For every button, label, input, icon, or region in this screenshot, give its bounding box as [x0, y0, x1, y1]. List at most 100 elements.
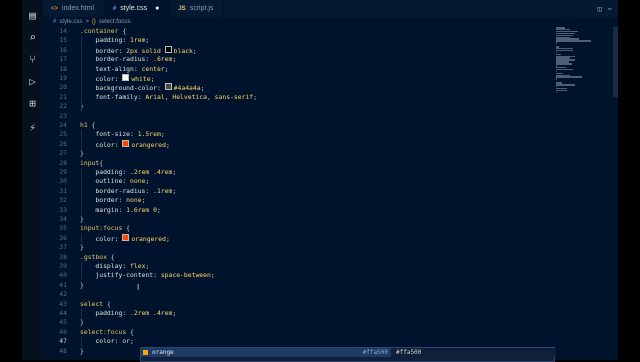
code-line[interactable]: 28 input{	[43, 159, 513, 168]
code-line[interactable]: 33 margin: 1.6rem 0;	[43, 206, 513, 215]
token-punc: ;	[145, 177, 150, 186]
code-line[interactable]: 15 padding: 1rem;	[43, 36, 513, 45]
code-line[interactable]: 34}	[43, 215, 513, 224]
code-line[interactable]: 41}	[43, 281, 513, 290]
code-line[interactable]: 19 color: white;	[43, 74, 513, 83]
token-prop: border:	[80, 46, 127, 55]
token-sel: input:focus	[80, 224, 123, 233]
code-line[interactable]: 25 font-size: 1.5rem;	[43, 130, 513, 139]
token-punc: ;	[141, 196, 146, 205]
code-line[interactable]: 24 h1 {	[43, 121, 513, 130]
minimap-line	[556, 68, 573, 71]
screen: ▤ ⌕ ⑂ ▷ ⊞ ⚡ <> index.html # style.css ● JS scr…	[0, 0, 640, 362]
code-line[interactable]: 38 .gstbox {	[43, 253, 513, 262]
indent-guide	[81, 337, 82, 347]
code-text: }	[80, 347, 84, 356]
token-prop: margin:	[80, 205, 127, 214]
mouse-cursor-icon: I	[137, 283, 140, 292]
code-line[interactable]: 29 padding: .2rem .4rem;	[43, 168, 513, 177]
tab-index-html[interactable]: <> index.html	[43, 0, 105, 17]
code-text: font-size: 1.5rem;	[80, 130, 165, 139]
breadcrumb-file[interactable]: style.css	[59, 19, 82, 25]
token-prop: outline:	[80, 177, 131, 186]
lightning-icon[interactable]: ⚡	[25, 120, 40, 135]
search-icon[interactable]: ⌕	[25, 30, 40, 45]
code-line[interactable]: 27}	[43, 149, 513, 158]
unsaved-dot-icon[interactable]: ●	[155, 5, 159, 12]
code-line[interactable]: 22}	[43, 102, 513, 111]
token-punc: ;	[160, 130, 165, 139]
code-line[interactable]: 35 input:focus {	[43, 224, 513, 233]
minimap-line	[556, 91, 557, 94]
token-punc: }	[80, 149, 84, 158]
code-text: }	[80, 149, 84, 158]
code-line[interactable]: 37}	[43, 243, 513, 252]
color-swatch-icon[interactable]	[164, 45, 172, 53]
code-line[interactable]: 14 .container {	[43, 27, 513, 36]
token-sel: select	[80, 299, 104, 308]
code-line[interactable]: 42	[43, 290, 513, 299]
code-line[interactable]: 23	[43, 112, 513, 121]
code-line[interactable]: 16 border: 2px solid black;	[43, 45, 513, 55]
tab-script-js[interactable]: JS script.js	[170, 0, 225, 17]
code-line[interactable]: 39 display: flex;	[43, 262, 513, 271]
code-line[interactable]: 17 border-radius: .6rem;	[43, 55, 513, 64]
tab-style-css[interactable]: # style.css ●	[104, 0, 171, 17]
js-file-icon: JS	[178, 5, 186, 12]
token-punc: ;	[145, 36, 150, 45]
code-line[interactable]: 36 color: orangered;	[43, 233, 513, 243]
code-line[interactable]: 32 border: none;	[43, 196, 513, 205]
suggestion-hex: #ffa500	[362, 349, 388, 356]
token-prop: color:	[80, 140, 123, 149]
minimap[interactable]	[556, 27, 596, 97]
code-line[interactable]: 18 text-align: center;	[43, 65, 513, 74]
color-swatch-icon[interactable]	[122, 233, 130, 241]
code-line[interactable]: 31 border-radius: .1rem;	[43, 187, 513, 196]
code-text: .container {	[80, 27, 126, 36]
token-prop: color:	[80, 234, 123, 243]
code-text: .gstbox {	[80, 253, 115, 262]
indent-guide	[81, 130, 82, 150]
code-line[interactable]: 26 color: orangered;	[43, 139, 513, 149]
line-number: 18	[59, 64, 67, 73]
code-line[interactable]: 47 color: or;	[43, 337, 513, 346]
line-number: 40	[59, 271, 67, 280]
code-line[interactable]: 44 padding: .2rem .4rem;	[43, 309, 513, 318]
color-swatch-icon[interactable]	[164, 83, 172, 91]
code-line[interactable]: 46 select:focus {	[43, 328, 513, 337]
line-number: 45	[59, 318, 67, 327]
token-prop: justify-content:	[80, 271, 161, 280]
token-prop: color:	[80, 75, 123, 83]
code-line[interactable]: 21 font-family: Arial, Helvetica, sans-s…	[43, 93, 513, 102]
code-text: margin: 1.6rem 0;	[80, 205, 160, 215]
code-line[interactable]: 40 justify-content: space-between;	[43, 271, 513, 280]
more-actions-icon[interactable]: ⋯	[608, 5, 612, 13]
activity-bar: ▤ ⌕ ⑂ ▷ ⊞ ⚡	[22, 0, 43, 360]
extensions-icon[interactable]: ⊞	[25, 96, 40, 111]
source-control-icon[interactable]: ⑂	[25, 52, 40, 67]
suggestion-item-next[interactable]	[141, 357, 391, 361]
token-punc: {	[103, 299, 111, 308]
code-line[interactable]: 20 background-color: #4a4a4a;	[43, 83, 513, 92]
suggestion-item[interactable]: orange #ffa500	[141, 348, 391, 357]
color-swatch-icon[interactable]	[122, 139, 130, 147]
line-number: 20	[59, 83, 67, 92]
explorer-icon[interactable]: ▤	[25, 8, 40, 23]
color-swatch-icon	[143, 350, 148, 355]
css-file-icon: #	[53, 18, 57, 25]
token-val: .2rem .4rem	[130, 309, 173, 317]
color-swatch-icon[interactable]	[122, 74, 130, 81]
token-punc: ;	[200, 84, 205, 93]
line-number: 42	[59, 290, 67, 299]
code-line[interactable]: 43 select {	[43, 300, 513, 309]
run-debug-icon[interactable]: ▷	[25, 74, 40, 89]
breadcrumb-symbol[interactable]: select:focus	[99, 19, 131, 25]
breadcrumb[interactable]: # style.css > {} select:focus	[53, 17, 131, 26]
token-prop: font-family:	[80, 92, 146, 101]
line-number: 29	[59, 168, 67, 176]
split-editor-icon[interactable]: ◫	[598, 5, 602, 13]
code-line[interactable]: 45}	[43, 318, 513, 327]
code-line[interactable]: 30 outline: none;	[43, 177, 513, 186]
code-text: input{	[80, 159, 103, 168]
tab-label: index.html	[62, 5, 94, 12]
